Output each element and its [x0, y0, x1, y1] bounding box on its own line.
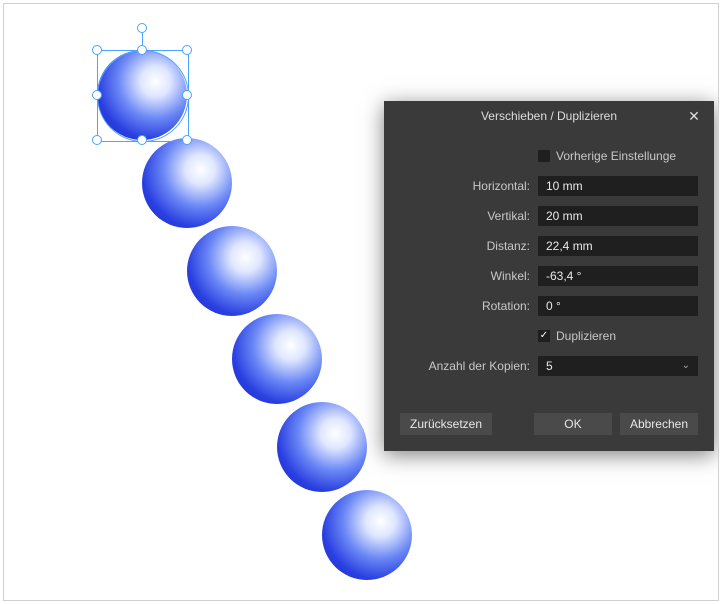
close-icon[interactable]: ✕ — [682, 101, 706, 131]
duplicate-checkbox[interactable]: ✓ Duplizieren — [538, 329, 616, 343]
copies-select[interactable]: 5 ⌄ — [538, 356, 698, 376]
selection-handle-se[interactable] — [182, 135, 192, 145]
dialog-body: Vorherige Einstellunge Horizontal: 10 mm… — [384, 131, 714, 395]
angle-label: Winkel: — [400, 269, 538, 283]
rotation-label: Rotation: — [400, 299, 538, 313]
previous-settings-label: Vorherige Einstellunge — [556, 149, 676, 163]
chevron-down-icon: ⌄ — [682, 356, 690, 376]
shape-sphere[interactable] — [142, 138, 232, 228]
document-canvas[interactable]: Verschieben / Duplizieren ✕ Vorherige Ei… — [3, 3, 719, 601]
ok-button[interactable]: OK — [534, 413, 612, 435]
vertical-label: Vertikal: — [400, 209, 538, 223]
shape-sphere[interactable] — [232, 314, 322, 404]
cancel-button[interactable]: Abbrechen — [620, 413, 698, 435]
selection-handle-sw[interactable] — [92, 135, 102, 145]
previous-settings-checkbox[interactable]: Vorherige Einstellunge — [538, 149, 676, 163]
copies-label: Anzahl der Kopien: — [400, 359, 538, 373]
shape-sphere[interactable] — [97, 50, 187, 140]
selection-handle-w[interactable] — [92, 90, 102, 100]
duplicate-label: Duplizieren — [556, 329, 616, 343]
dialog-button-row: Zurücksetzen OK Abbrechen — [384, 395, 714, 451]
selection-handle-s[interactable] — [137, 135, 147, 145]
horizontal-input[interactable]: 10 mm — [538, 176, 698, 196]
reset-button[interactable]: Zurücksetzen — [400, 413, 492, 435]
copies-value: 5 — [546, 356, 553, 376]
angle-input[interactable]: -63,4 ° — [538, 266, 698, 286]
horizontal-label: Horizontal: — [400, 179, 538, 193]
shape-sphere[interactable] — [322, 490, 412, 580]
selection-rotation-handle[interactable] — [137, 23, 147, 33]
selection-handle-nw[interactable] — [92, 45, 102, 55]
shape-sphere[interactable] — [187, 226, 277, 316]
dialog-title-bar[interactable]: Verschieben / Duplizieren ✕ — [384, 101, 714, 131]
selection-handle-e[interactable] — [182, 90, 192, 100]
selection-handle-n[interactable] — [137, 45, 147, 55]
checkbox-checked-icon: ✓ — [538, 330, 550, 342]
checkbox-box-icon — [538, 150, 550, 162]
distance-label: Distanz: — [400, 239, 538, 253]
dialog-title: Verschieben / Duplizieren — [481, 109, 617, 123]
move-duplicate-dialog: Verschieben / Duplizieren ✕ Vorherige Ei… — [384, 101, 714, 451]
shape-sphere[interactable] — [277, 402, 367, 492]
distance-input[interactable]: 22,4 mm — [538, 236, 698, 256]
rotation-input[interactable]: 0 ° — [538, 296, 698, 316]
vertical-input[interactable]: 20 mm — [538, 206, 698, 226]
selection-handle-ne[interactable] — [182, 45, 192, 55]
